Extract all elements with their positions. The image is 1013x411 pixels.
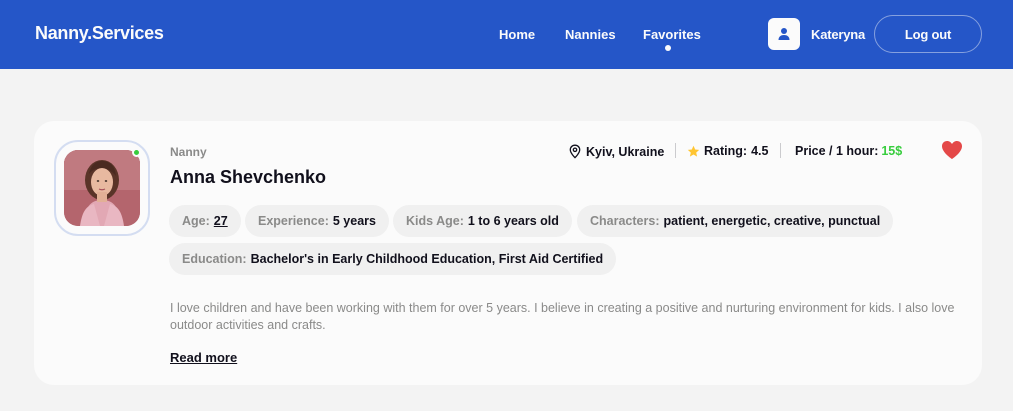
characters-pill: Characters: patient, energetic, creative… (577, 205, 894, 237)
nanny-card: Nanny Anna Shevchenko Kyiv, Ukraine Rati… (34, 121, 982, 385)
kids-age-label: Kids Age: (406, 214, 464, 228)
age-label: Age: (182, 214, 210, 228)
kids-age-value: 1 to 6 years old (467, 214, 559, 228)
nanny-photo-frame (54, 140, 150, 236)
top-navbar: Nanny.Services Home Nannies Favorites Ka… (0, 0, 1013, 69)
experience-label: Experience: (258, 214, 329, 228)
age-pill: Age: 27 (169, 205, 241, 237)
heart-icon[interactable] (941, 140, 963, 160)
price-label: Price / 1 hour: (795, 144, 879, 158)
nanny-description: I love children and have been working wi… (170, 301, 955, 332)
map-pin-icon (569, 144, 581, 159)
experience-value: 5 years (332, 214, 376, 228)
nanny-role-label: Nanny (170, 145, 207, 159)
education-label: Education: (182, 252, 247, 266)
read-more-link[interactable]: Read more (170, 350, 237, 365)
nav-nannies[interactable]: Nannies (565, 27, 616, 42)
nanny-portrait-image (64, 150, 140, 226)
characters-label: Characters: (590, 214, 660, 228)
user-avatar[interactable] (768, 18, 800, 50)
education-value: Bachelor's in Early Childhood Education,… (250, 252, 604, 266)
rating-value: 4.5 (751, 144, 769, 158)
characters-value: patient, energetic, creative, punctual (663, 214, 881, 228)
nav-home[interactable]: Home (499, 27, 535, 42)
nanny-name: Anna Shevchenko (170, 167, 327, 187)
star-icon (687, 145, 700, 157)
active-nav-indicator (665, 45, 671, 51)
meta-divider (780, 143, 781, 158)
site-logo[interactable]: Nanny.Services (35, 23, 164, 44)
education-pill: Education: Bachelor's in Early Childhood… (169, 243, 617, 275)
user-name: Kateryna (811, 27, 866, 42)
rating-info: Rating: 4.5 (687, 144, 768, 158)
location-info: Kyiv, Ukraine (568, 144, 664, 159)
meta-divider (675, 143, 676, 158)
rating-label: Rating: (704, 144, 748, 158)
logout-button[interactable]: Log out (874, 15, 982, 53)
user-icon (778, 28, 790, 40)
location-text: Kyiv, Ukraine (586, 144, 665, 159)
age-value: 27 (213, 214, 228, 228)
nanny-photo (64, 150, 140, 226)
price-value: 15$ (881, 144, 903, 158)
nav-favorites[interactable]: Favorites (643, 27, 701, 42)
price-info: Price / 1 hour: 15$ (795, 144, 902, 158)
experience-pill: Experience: 5 years (245, 205, 389, 237)
online-status-indicator (132, 148, 141, 157)
kids-age-pill: Kids Age: 1 to 6 years old (393, 205, 572, 237)
